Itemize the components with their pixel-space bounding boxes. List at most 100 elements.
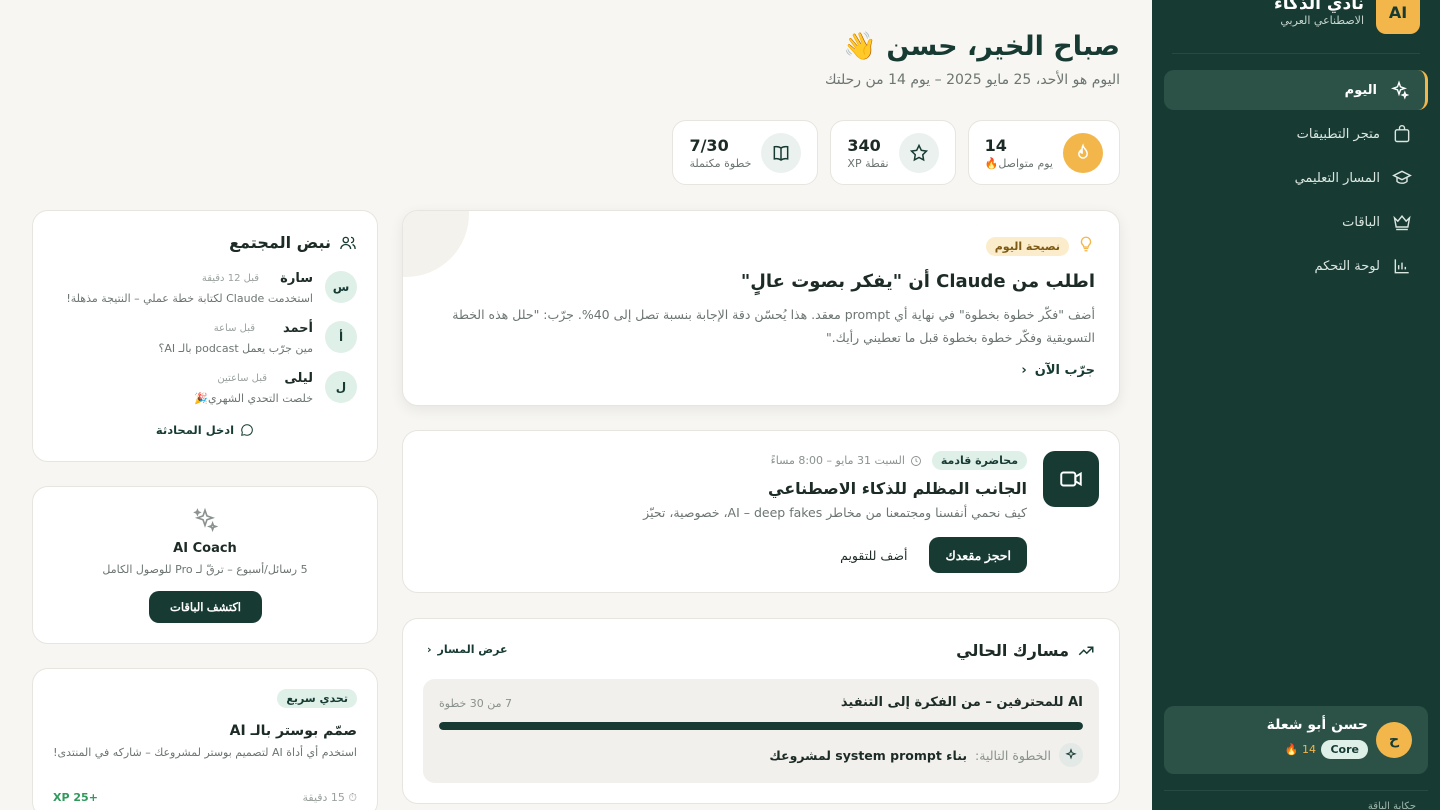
member-name: سارة	[280, 271, 313, 286]
post-text: خلصت التحدي الشهري🎉	[194, 392, 313, 405]
sidebar-nav: اليوم متجر التطبيقات المسار التعليمي الب…	[1164, 70, 1428, 290]
post-time: قبل ساعة	[213, 323, 255, 334]
post-time: قبل ساعتين	[217, 373, 267, 384]
stat-label: يوم متواصل🔥	[984, 156, 1053, 170]
sidebar-item-today[interactable]: اليوم	[1164, 70, 1428, 110]
chevron-left-icon: ‹	[1021, 363, 1027, 378]
path-title: مسارك الحالي	[956, 641, 1069, 660]
avatar: ح	[1376, 722, 1412, 758]
sidebar-item-app-store[interactable]: متجر التطبيقات	[1164, 114, 1428, 154]
stat-streak: 14 يوم متواصل🔥	[967, 120, 1120, 185]
clock-icon	[910, 455, 921, 466]
sparkles-icon	[33, 507, 377, 533]
community-title: نبض المجتمع	[229, 233, 331, 252]
lecture-title: الجانب المظلم للذكاء الاصطناعي	[768, 479, 1027, 498]
star-icon	[898, 132, 939, 173]
list-item[interactable]: أ أحمد قبل ساعة مين جرّب يعمل podcast با…	[51, 321, 357, 357]
stat-steps: 7/30 خطوة مكتملة	[672, 120, 819, 185]
brand-logo: AI	[1376, 0, 1420, 34]
view-path-link[interactable]: عرض المسار ‹	[427, 643, 507, 656]
post-time: قبل 12 دقيقة	[201, 273, 259, 284]
avatar: أ	[325, 321, 357, 353]
sidebar: AI نادي الذكاء الاصطناعي العربي اليوم مت…	[1152, 0, 1440, 810]
lecture-badge: محاضرة قادمة	[931, 451, 1027, 470]
tip-card: نصيحة اليوم اطلب من Claude أن "يفكر بصوت…	[402, 210, 1120, 406]
video-icon	[1043, 451, 1099, 507]
user-streak: 14 🔥	[1284, 743, 1316, 756]
join-chat-label: ادخل المحادثة	[155, 423, 235, 437]
graduation-cap-icon	[1392, 170, 1412, 184]
book-icon	[761, 132, 802, 173]
brand-name: نادي الذكاء	[1274, 0, 1364, 14]
page-subtitle: اليوم هو الأحد، 25 مايو 2025 – يوم 14 من…	[824, 72, 1120, 88]
sparkles-icon	[1059, 743, 1083, 767]
crown-icon	[1393, 215, 1411, 231]
avatar: س	[325, 271, 357, 303]
challenge-title: صمّم بوستر بالـ AI	[229, 723, 357, 739]
join-chat-link[interactable]: ادخل المحادثة	[33, 423, 377, 437]
course-steps: 7 من 30 خطوة	[439, 697, 513, 710]
user-name: حسن أبو شعلة	[1266, 717, 1368, 733]
plan-badge: Core	[1321, 740, 1368, 759]
community-header: نبض المجتمع	[229, 233, 357, 252]
next-step-value: بناء system prompt لمشروعك	[769, 747, 968, 763]
tip-body: أضف "فكّر خطوة بخطوة" في نهاية أي prompt…	[452, 307, 1095, 345]
sidebar-item-learning-path[interactable]: المسار التعليمي	[1164, 158, 1428, 198]
quick-challenge-card: تحدي سريع صمّم بوستر بالـ AI استخدم أي أ…	[32, 668, 378, 810]
sidebar-item-plans[interactable]: الباقات	[1164, 202, 1428, 242]
sidebar-item-dashboard[interactable]: لوحة التحكم	[1164, 246, 1428, 286]
path-header: مسارك الحالي	[956, 641, 1095, 660]
sidebar-item-label: اليوم	[1344, 82, 1377, 98]
challenge-footer: ⏱ 15 دقيقة +25 XP	[53, 791, 357, 805]
try-now-link[interactable]: جرّب الآن ‹	[1021, 363, 1095, 378]
users-icon	[340, 236, 356, 249]
ai-coach-card: AI Coach 5 رسائل/أسبوع – ترقّ لـ Pro للو…	[32, 486, 378, 644]
stat-value: 7/30	[689, 135, 729, 155]
bag-icon	[1394, 124, 1410, 143]
page-title: صباح الخير، حسن 👋	[843, 31, 1120, 62]
sidebar-footer: حكاية الباقة	[1164, 790, 1428, 810]
stat-label: نقطة XP	[847, 156, 889, 170]
chat-bubble-icon	[241, 424, 253, 436]
progress-bar	[439, 722, 1083, 730]
stat-xp: 340 نقطة XP	[830, 120, 956, 185]
sidebar-item-label: متجر التطبيقات	[1296, 126, 1380, 142]
view-path-label: عرض المسار	[437, 643, 508, 656]
decorative-circle	[403, 211, 469, 277]
stat-value: 340	[847, 135, 881, 155]
next-step: الخطوة التالية: بناء system prompt لمشرو…	[769, 743, 1083, 767]
book-seat-button[interactable]: احجز مقعدك	[929, 537, 1027, 573]
current-path-card: مسارك الحالي عرض المسار ‹ AI للمحترفين –…	[402, 618, 1120, 804]
next-step-label: الخطوة التالية:	[975, 747, 1051, 763]
list-item[interactable]: ل ليلى قبل ساعتين خلصت التحدي الشهري🎉	[51, 371, 357, 407]
lecture-time-text: السبت 31 مايو – 8:00 مساءً	[770, 454, 905, 467]
flame-icon	[1063, 132, 1103, 173]
community-card: نبض المجتمع س سارة قبل 12 دقيقة استخدمت …	[32, 210, 378, 462]
lecture-meta: محاضرة قادمة السبت 31 مايو – 8:00 مساءً	[771, 451, 1027, 470]
coach-title: AI Coach	[173, 541, 237, 556]
member-name: أحمد	[282, 321, 313, 336]
chevron-left-icon: ‹	[427, 643, 432, 656]
bar-chart-icon	[1394, 259, 1409, 274]
challenge-xp: +25 XP	[53, 791, 98, 804]
lecture-card: محاضرة قادمة السبت 31 مايو – 8:00 مساءً …	[402, 430, 1120, 593]
post-text: مين جرّب يعمل podcast بالـ AI؟	[158, 342, 314, 355]
list-item[interactable]: س سارة قبل 12 دقيقة استخدمت Claude لكتاب…	[51, 271, 357, 307]
trending-up-icon	[1078, 646, 1094, 655]
user-card[interactable]: ح حسن أبو شعلة Core 14 🔥	[1164, 706, 1428, 774]
tip-title: اطلب من Claude أن "يفكر بصوت عالٍ"	[740, 271, 1095, 292]
add-to-calendar-link[interactable]: أضف للتقويم	[840, 548, 907, 563]
tip-badge-row: نصيحة اليوم	[985, 235, 1095, 257]
challenge-description: استخدم أي أداة AI لتصميم بوستر لمشروعك –…	[53, 746, 357, 759]
lecture-actions: احجز مقعدك أضف للتقويم	[840, 537, 1027, 573]
stat-value: 14	[984, 135, 1007, 155]
sidebar-item-label: المسار التعليمي	[1294, 170, 1380, 186]
course-name: AI للمحترفين – من الفكرة إلى التنفيذ	[840, 695, 1083, 710]
challenge-duration: ⏱ 15 دقيقة	[302, 791, 357, 804]
course-progress-box[interactable]: AI للمحترفين – من الفكرة إلى التنفيذ 7 م…	[423, 679, 1099, 783]
discover-plans-button[interactable]: اكتشف الباقات	[149, 591, 262, 623]
sidebar-item-label: الباقات	[1342, 214, 1380, 230]
avatar: ل	[325, 371, 357, 403]
sparkles-icon	[1391, 80, 1409, 100]
member-name: ليلى	[284, 371, 313, 386]
